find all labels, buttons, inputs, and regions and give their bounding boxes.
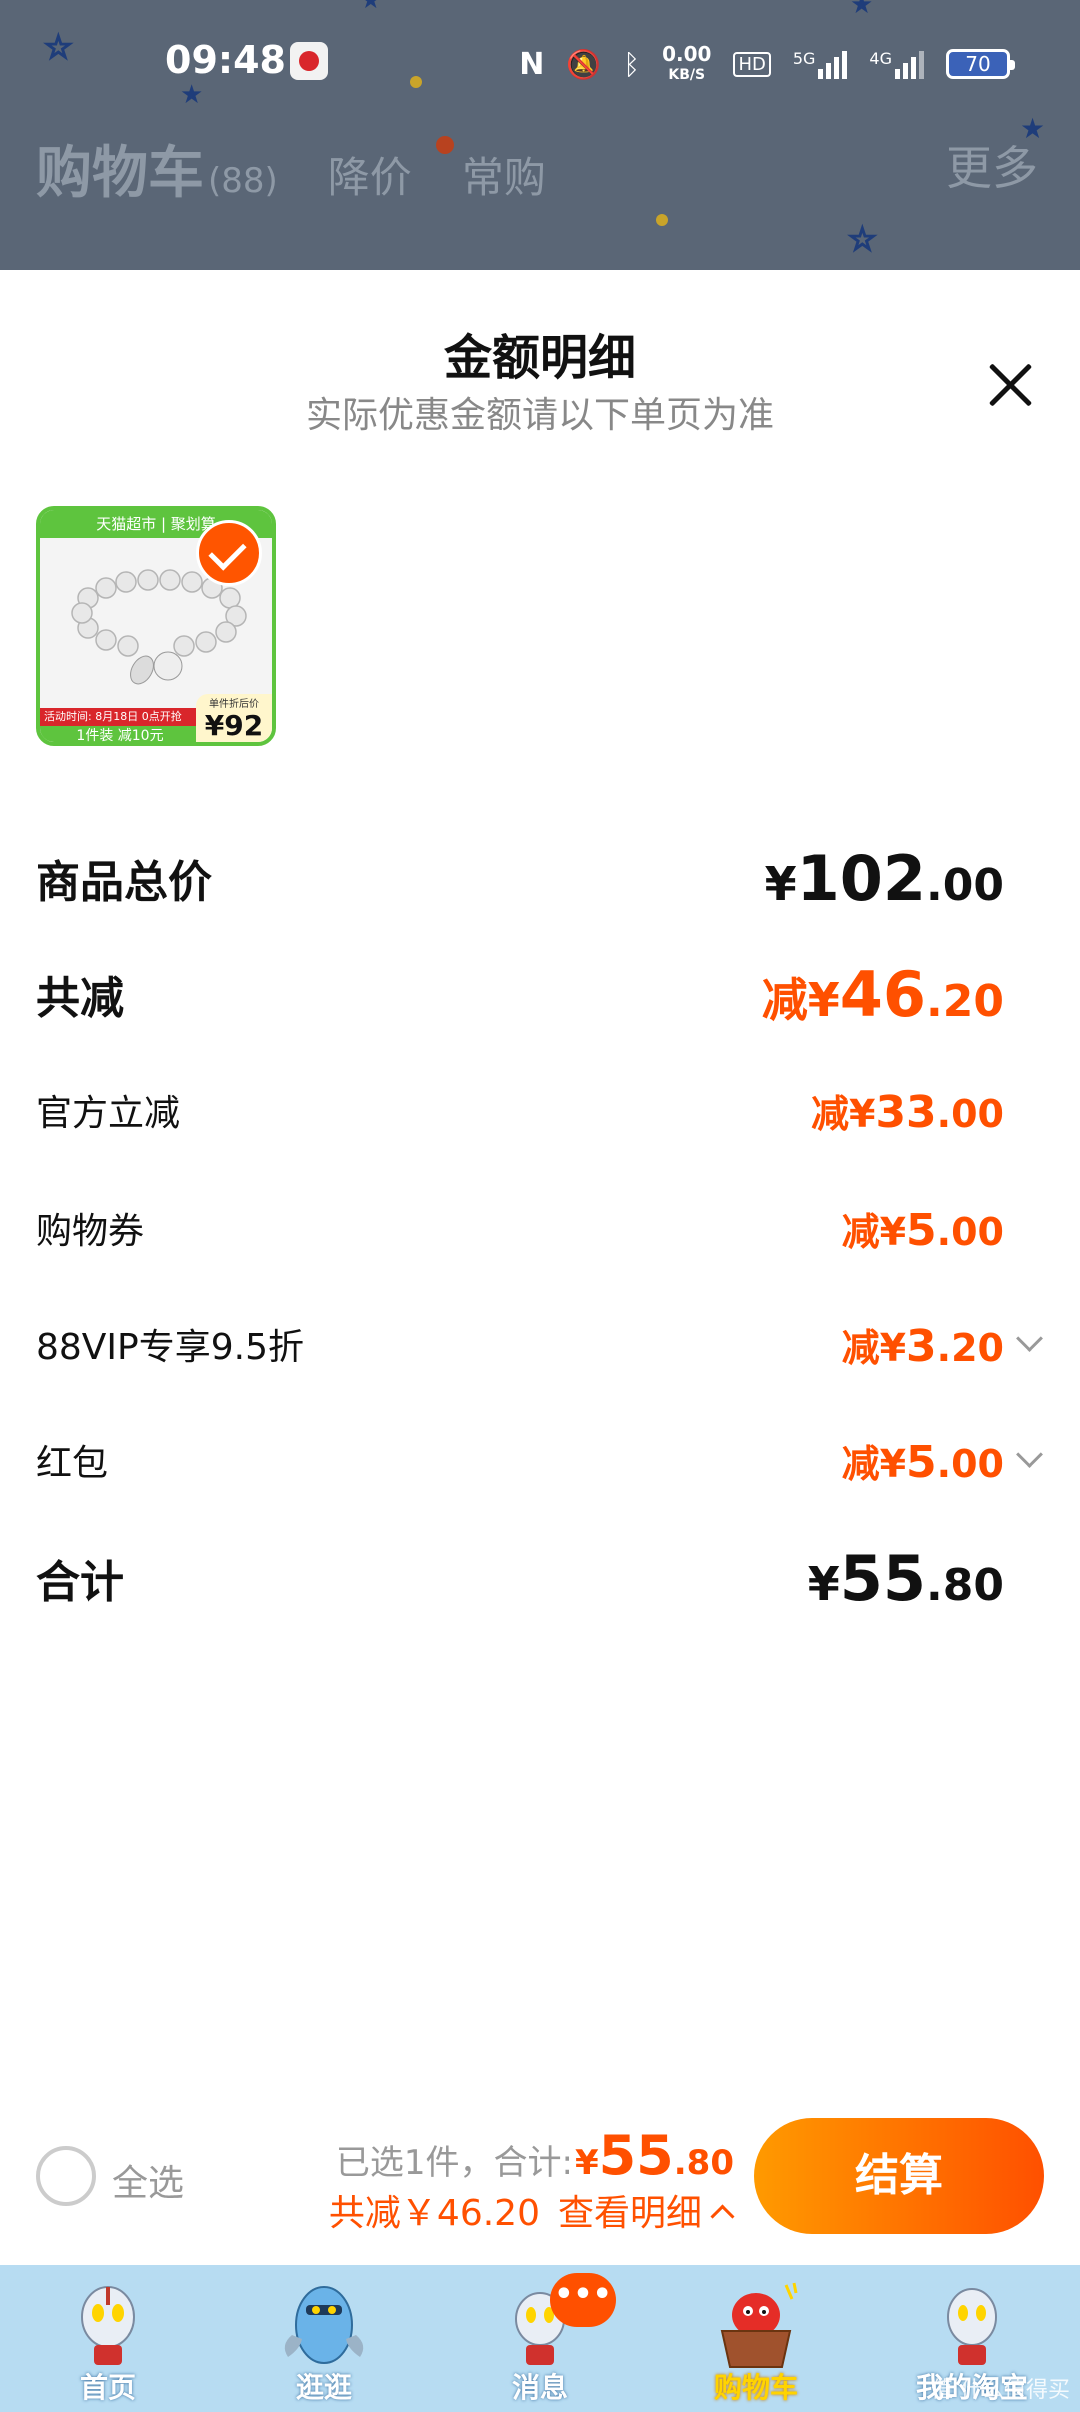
tab-explore[interactable]: 逛逛 [216,2265,432,2412]
selected-summary: 已选1件，合计: ¥55.80 [336,2124,734,2187]
chevron-down-icon[interactable] [1014,1329,1044,1359]
row-amount-wrap: 减 ¥5.00 [842,1433,1044,1488]
signal-4g-icon: 4G [869,49,924,79]
star-decoration-icon: ★ [180,80,204,110]
signal-5g-label: 5G [792,49,816,68]
confetti-dot [436,136,454,154]
chevron-down-icon[interactable] [1014,1445,1044,1475]
row-subtotal: 商品总价 ¥102.00 [36,838,1004,918]
cart-count: (88) [208,161,278,201]
profile-mascot-icon [947,2288,997,2365]
row-amount: ¥55.80 [807,1541,1004,1615]
notification-app-icon [290,42,328,80]
selected-check-icon[interactable] [196,520,262,586]
sheet-subtitle: 实际优惠金额请以下单页为准 [305,395,774,436]
total-currency: ¥ [574,2143,599,2183]
star-decoration-icon: ☆ [43,27,74,67]
tab-frequent[interactable]: 常购 [462,144,546,205]
confetti-dot [656,214,668,226]
star-decoration-icon: ★ [1020,112,1046,145]
row-label: 官方立减 [36,1093,181,1134]
discount-summary[interactable]: 共减￥46.20 查看明细 [329,2184,734,2236]
tab-price-drop[interactable]: 降价 [328,144,412,205]
product-price-box: 单件折后价 ¥92 [196,694,272,742]
star-decoration-icon: ☆ [847,219,878,259]
row-label: 购物券 [36,1211,145,1252]
row-shopping-coupon: 购物券 减 ¥5.00 [36,1188,1004,1268]
signal-4g-label: 4G [869,49,892,68]
checkout-bar: 全选 已选1件，合计: ¥55.80 共减￥46.20 查看明细 结算 [0,2100,1080,2265]
home-mascot-icon [81,2286,135,2365]
product-price: ¥92 [204,709,264,742]
net-speed-value: 0.00 [662,41,712,66]
row-label: 88VIP专享9.5折 [36,1327,305,1368]
select-all-radio[interactable] [36,2146,96,2206]
explore-mascot-icon [284,2286,364,2364]
signal-5g-icon: 5G [793,49,848,79]
tab-home[interactable]: 首页 [0,2265,216,2412]
row-vip-discount[interactable]: 88VIP专享9.5折 减 ¥3.20 [36,1304,1044,1384]
total-int: 55 [598,2124,674,2187]
row-total-discount: 共减 减 ¥46.20 [36,954,1004,1034]
net-speed-unit: KB/S [668,66,706,83]
row-red-packet[interactable]: 红包 减 ¥5.00 [36,1420,1044,1500]
row-label: 共减 [36,973,124,1024]
status-bar: 09:48 N 🔕 ᛒ 0.00 KB/S HD 5G 4G 70 [0,0,1080,120]
row-amount: 减 ¥46.20 [761,957,1004,1031]
hd-badge: HD [733,51,771,77]
row-amount: 减 ¥33.00 [810,1086,1004,1138]
row-amount-wrap: 减 ¥3.20 [842,1317,1044,1372]
checkout-button[interactable]: 结算 [754,2118,1044,2234]
star-decoration-icon: ★ [360,0,382,14]
status-icons: N 🔕 ᛒ 0.00 KB/S HD 5G 4G 70 [519,41,1015,84]
cart-title[interactable]: 购物车 (88) [36,128,278,209]
promo-time: 活动时间: 8月18日 0点开抢 [40,708,200,726]
tab-label: 首页 [79,2371,136,2404]
row-official-discount: 官方立减 减 ¥33.00 [36,1070,1004,1150]
status-time: 09:48 [165,38,286,82]
row-amount: 减 ¥5.00 [841,1204,1004,1256]
message-badge: ••• [550,2273,616,2327]
watermark: 值 什么值得买 [931,2378,1070,2403]
discount-text: 共减￥46.20 [328,2193,540,2234]
bottom-tab-bar: 首页 逛逛 ••• 消息 购物车 我的淘宝 值 什么值得买 [0,2265,1080,2412]
net-speed: 0.00 KB/S [662,41,712,84]
row-amount: 减 ¥5.00 [841,1436,1004,1488]
tab-messages[interactable]: ••• 消息 [432,2265,648,2412]
sheet-title: 金额明细 [443,330,636,386]
amount-detail-sheet: 金额明细 实际优惠金额请以下单页为准 天猫超市 | 聚划算 活动时间: 8月18… [0,270,1080,2265]
row-label: 合计 [36,1557,124,1608]
battery-icon: 70 [946,49,1015,79]
select-all-label[interactable]: 全选 [112,2154,184,2206]
row-label: 红包 [36,1443,109,1484]
view-detail-link[interactable]: 查看明细 [558,2184,702,2236]
total-dec: .80 [673,2143,734,2183]
tab-label: 消息 [511,2371,568,2404]
selected-text: 已选1件，合计: [335,2143,573,2183]
promo-offer: 1件装 减10元 [40,726,200,742]
tab-label: 购物车 [713,2371,798,2404]
cart-header-tabs: 购物车 (88) 降价 常购 [36,128,546,209]
tab-cart[interactable]: 购物车 [648,2265,864,2412]
confetti-dot [410,76,422,88]
dimmed-background: 09:48 N 🔕 ᛒ 0.00 KB/S HD 5G 4G 70 购物车 (88… [0,0,1080,270]
cart-mascot-icon [720,2282,798,2368]
bluetooth-icon: ᛒ [623,47,641,81]
row-amount: 减 ¥3.20 [841,1320,1004,1372]
nfc-icon: N [519,46,545,82]
tab-label: 逛逛 [295,2371,352,2404]
row-label: 商品总价 [36,857,212,908]
row-amount: ¥102.00 [764,841,1004,915]
mute-icon: 🔕 [566,47,602,81]
star-decoration-icon: ★ [850,0,874,20]
row-grand-total: 合计 ¥55.80 [36,1538,1004,1618]
close-icon[interactable] [986,360,1036,410]
chevron-up-icon[interactable] [710,2198,734,2222]
